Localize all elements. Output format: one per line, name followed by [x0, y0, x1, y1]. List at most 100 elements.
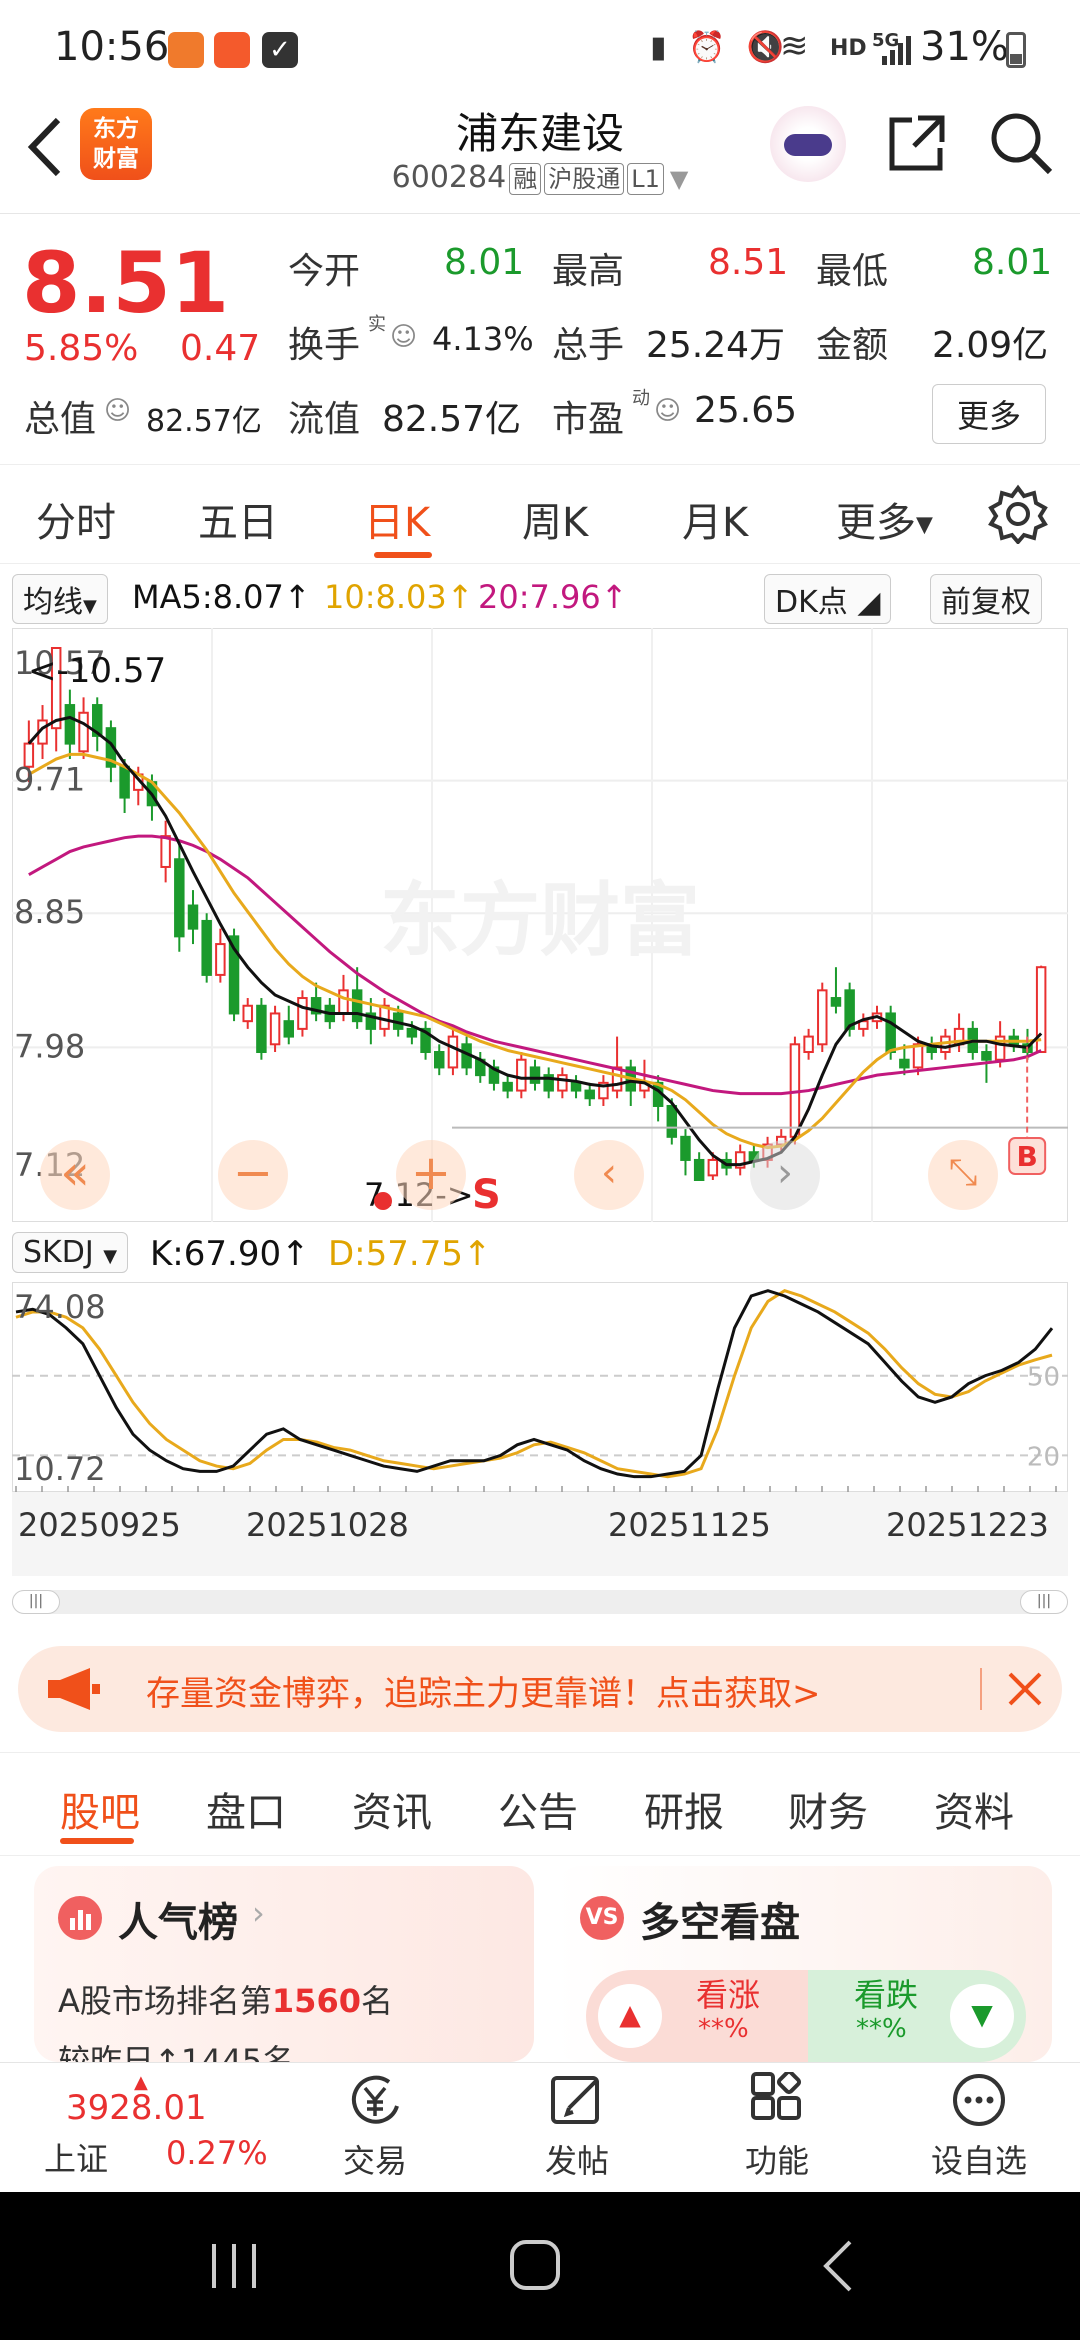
- range-handle-right[interactable]: |||: [1020, 1590, 1068, 1614]
- info-icon-3[interactable]: ☺: [654, 396, 681, 426]
- pe-sup: 动: [632, 388, 650, 409]
- popularity-card[interactable]: 人气榜 › A股市场排名第1560名 较昨日↑1445名: [34, 1866, 534, 2062]
- candle-body: [187, 904, 199, 930]
- tab-finance[interactable]: 财务: [788, 1780, 868, 1838]
- candle-body: [338, 989, 349, 1015]
- candle-body: [803, 1035, 814, 1054]
- date-axis: 20250925 20251028 20251125 20251223: [12, 1492, 1068, 1576]
- settings-icon[interactable]: [988, 484, 1048, 544]
- indicator-select[interactable]: 均线▼: [12, 574, 108, 624]
- candle-body: [160, 835, 171, 868]
- skdj-chart[interactable]: 74.08 10.72 50 20: [12, 1282, 1068, 1492]
- scroll-left-button[interactable]: «: [40, 1140, 110, 1210]
- info-icon[interactable]: ☺: [390, 322, 417, 352]
- max-price-label: <-10.57: [28, 651, 166, 691]
- candle-body: [256, 1004, 267, 1054]
- change-percent: 5.85%: [24, 328, 139, 369]
- tab-announcements[interactable]: 公告: [498, 1780, 578, 1838]
- turnover-label: 换手: [288, 325, 361, 366]
- skdj-k-text: K:67.90: [150, 1234, 282, 1274]
- battery-level: 31%: [920, 24, 1009, 70]
- candle-body: [201, 919, 212, 976]
- candle-body: [174, 858, 185, 938]
- high-value: 8.51: [708, 242, 789, 283]
- function-button[interactable]: 功能: [712, 2069, 842, 2182]
- recent-apps-icon[interactable]: [206, 2240, 262, 2292]
- more-button[interactable]: 更多: [932, 384, 1047, 444]
- banner-text: 存量资金博弈，追踪主力更靠谱！点击获取>: [146, 1674, 821, 1714]
- next-candle-button[interactable]: ›: [750, 1140, 820, 1210]
- mcap-value: 82.57亿: [146, 404, 262, 439]
- buy-marker: B: [1016, 1140, 1037, 1173]
- prev-candle-button[interactable]: ‹: [574, 1140, 644, 1210]
- tab-intraday[interactable]: 分时: [36, 490, 116, 548]
- amount-label: 金额: [816, 325, 889, 366]
- zoom-out-button[interactable]: −: [218, 1140, 288, 1210]
- share-icon[interactable]: [884, 110, 950, 176]
- mcap-label: 总值: [24, 399, 97, 440]
- rank-value: 1560: [271, 1982, 361, 2020]
- tab-indicator: [374, 552, 432, 558]
- nav-back-icon[interactable]: [818, 2238, 858, 2294]
- skdj-20-label: 20: [1027, 1442, 1060, 1472]
- tab-news[interactable]: 资讯: [352, 1780, 432, 1838]
- watchlist-button[interactable]: 设自选: [914, 2072, 1044, 2182]
- range-scrollbar[interactable]: ||| |||: [12, 1590, 1068, 1614]
- tab-five-day[interactable]: 五日: [198, 490, 278, 548]
- candle-body: [433, 1051, 445, 1069]
- kline-chart[interactable]: 东方财富10.579.718.857.987.12<-10.577.12->SB: [12, 628, 1068, 1222]
- assistant-avatar[interactable]: [770, 106, 846, 182]
- candle-body: [297, 997, 308, 1030]
- candle-body: [215, 943, 226, 976]
- sentiment-card[interactable]: VS 多空看盘 ▲ 看涨 **% 看跌 **% ▼: [556, 1866, 1052, 2062]
- post-button[interactable]: 发帖: [512, 2072, 642, 2182]
- turnover-value: 4.13%: [432, 320, 534, 358]
- tab-weekly-k[interactable]: 周K: [522, 490, 588, 548]
- more-dots-icon: [953, 2074, 1005, 2126]
- watermark-text: 东方财富: [380, 874, 700, 967]
- change-amount: 0.47: [180, 328, 261, 369]
- high-label: 最高: [552, 251, 625, 292]
- float-value: 82.57亿: [382, 399, 522, 440]
- candle-body: [707, 1158, 719, 1177]
- info-icon-2[interactable]: ☺: [104, 396, 131, 426]
- range-handle-left[interactable]: |||: [12, 1590, 60, 1614]
- search-icon[interactable]: [988, 110, 1054, 176]
- tab-forum[interactable]: 股吧: [60, 1780, 140, 1838]
- index-ticker[interactable]: ▲ 3928.01 上证 0.27%: [24, 2072, 294, 2182]
- candle-body: [557, 1074, 568, 1092]
- system-nav-bar: [0, 2192, 1080, 2340]
- vs-icon: VS: [580, 1896, 624, 1940]
- caret-icon: ▼: [916, 512, 933, 538]
- subindicator-select[interactable]: SKDJ ▼: [12, 1232, 129, 1273]
- edit-icon: [551, 2076, 599, 2124]
- promo-banner[interactable]: 存量资金博弈，追踪主力更靠谱！点击获取>: [18, 1646, 1062, 1732]
- home-icon[interactable]: [508, 2238, 564, 2294]
- tag-margin: 融: [509, 162, 542, 195]
- ma20-text: 20:7.96: [478, 578, 601, 616]
- fullscreen-button[interactable]: ⤡: [928, 1140, 998, 1210]
- up-arrow-icon: ▲: [598, 1984, 662, 2048]
- skdj-top-label: 74.08: [14, 1288, 106, 1326]
- bull-button[interactable]: ▲ 看涨 **%: [586, 1970, 808, 2062]
- trade-button[interactable]: 交易: [310, 2072, 440, 2182]
- candle-body: [830, 997, 842, 1007]
- adjust-button[interactable]: 前复权: [930, 574, 1042, 624]
- tab-research[interactable]: 研报: [644, 1780, 724, 1838]
- dk-point-button[interactable]: DK点 ◢: [764, 574, 892, 624]
- zoom-in-button[interactable]: +: [396, 1140, 466, 1210]
- status-time: 10:56: [54, 24, 170, 70]
- tab-daily-k[interactable]: 日K: [364, 490, 430, 548]
- candle-body: [693, 1158, 705, 1181]
- candle-body: [529, 1066, 541, 1084]
- watchlist-label: 设自选: [930, 2142, 1027, 2180]
- amount-value: 2.09亿: [932, 325, 1049, 366]
- tab-order-book[interactable]: 盘口: [206, 1780, 286, 1838]
- ma10-text: 10:8.03: [324, 578, 447, 616]
- close-icon[interactable]: [1006, 1670, 1044, 1708]
- tab-profile[interactable]: 资料: [934, 1780, 1014, 1838]
- bear-button[interactable]: 看跌 **% ▼: [808, 1970, 1026, 2062]
- tab-monthly-k[interactable]: 月K: [682, 490, 748, 548]
- tab-more[interactable]: 更多▼: [836, 490, 933, 548]
- subindicator-label: SKDJ: [23, 1235, 94, 1270]
